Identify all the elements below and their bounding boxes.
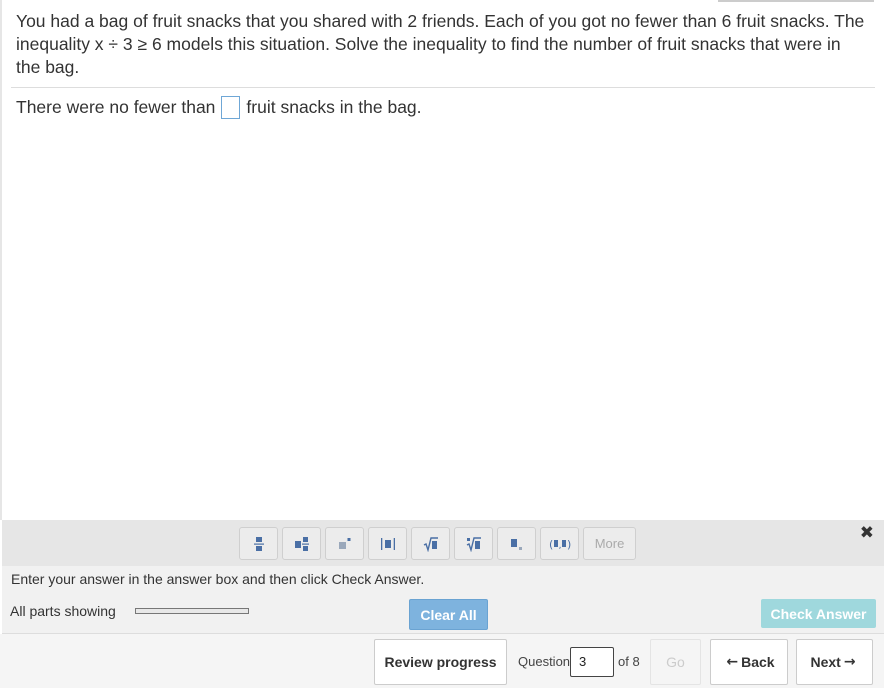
absolute-value-icon [380, 537, 395, 550]
fraction-icon [253, 536, 264, 551]
arrow-right-icon: → [843, 654, 856, 670]
question-label: Question [518, 654, 571, 669]
review-progress-button[interactable]: Review progress [374, 639, 507, 685]
back-button[interactable]: ← Back [710, 639, 788, 685]
square-root-button[interactable] [411, 527, 450, 560]
arrow-left-icon: ← [726, 654, 739, 670]
check-answer-button[interactable]: Check Answer [761, 599, 876, 628]
nth-root-button[interactable] [454, 527, 493, 560]
left-edge [0, 0, 2, 520]
instruction-bar: Enter your answer in the answer box and … [2, 566, 884, 592]
fraction-button[interactable] [239, 527, 278, 560]
answer-input-box[interactable] [221, 95, 241, 119]
clear-all-button[interactable]: Clear All [409, 599, 488, 630]
square-root-icon [423, 536, 438, 552]
close-icon[interactable]: ✖ [860, 523, 874, 543]
top-strip [718, 0, 874, 2]
answer-prefix: There were no fewer than [16, 97, 216, 117]
question-number-input[interactable]: 3 [570, 647, 614, 677]
mixed-number-icon [294, 536, 309, 551]
ordered-pair-button[interactable]: (,) [540, 527, 579, 560]
mixed-number-button[interactable] [282, 527, 321, 560]
answer-suffix: fruit snacks in the bag. [246, 97, 422, 117]
parts-bar: All parts showing Clear All Check Answer [2, 592, 884, 634]
next-label: Next [810, 654, 841, 670]
math-palette: (,) More [2, 520, 884, 566]
question-total: of 8 [618, 654, 640, 669]
exponent-icon [338, 537, 350, 549]
svg-text:(: ( [549, 538, 553, 551]
parts-label: All parts showing [10, 603, 116, 619]
absolute-value-button[interactable] [368, 527, 407, 560]
ordered-pair-icon: (,) [549, 538, 571, 551]
instruction-text: Enter your answer in the answer box and … [11, 571, 425, 587]
subscript-icon [510, 538, 522, 550]
svg-text:,: , [558, 541, 561, 551]
divider [11, 87, 875, 88]
subscript-button[interactable] [497, 527, 536, 560]
back-label: Back [741, 654, 775, 670]
answer-line: There were no fewer than fruit snacks in… [16, 95, 422, 119]
more-button[interactable]: More [583, 527, 636, 560]
nth-root-icon [466, 536, 481, 552]
next-button[interactable]: Next → [796, 639, 873, 685]
svg-text:): ) [567, 538, 571, 551]
exponent-button[interactable] [325, 527, 364, 560]
parts-progress-bar [135, 608, 249, 614]
page: You had a bag of fruit snacks that you s… [0, 0, 884, 688]
go-button[interactable]: Go [650, 639, 701, 685]
question-text: You had a bag of fruit snacks that you s… [16, 11, 865, 77]
footer-nav: Review progress Question 3 of 8 Go ← Bac… [0, 634, 884, 688]
